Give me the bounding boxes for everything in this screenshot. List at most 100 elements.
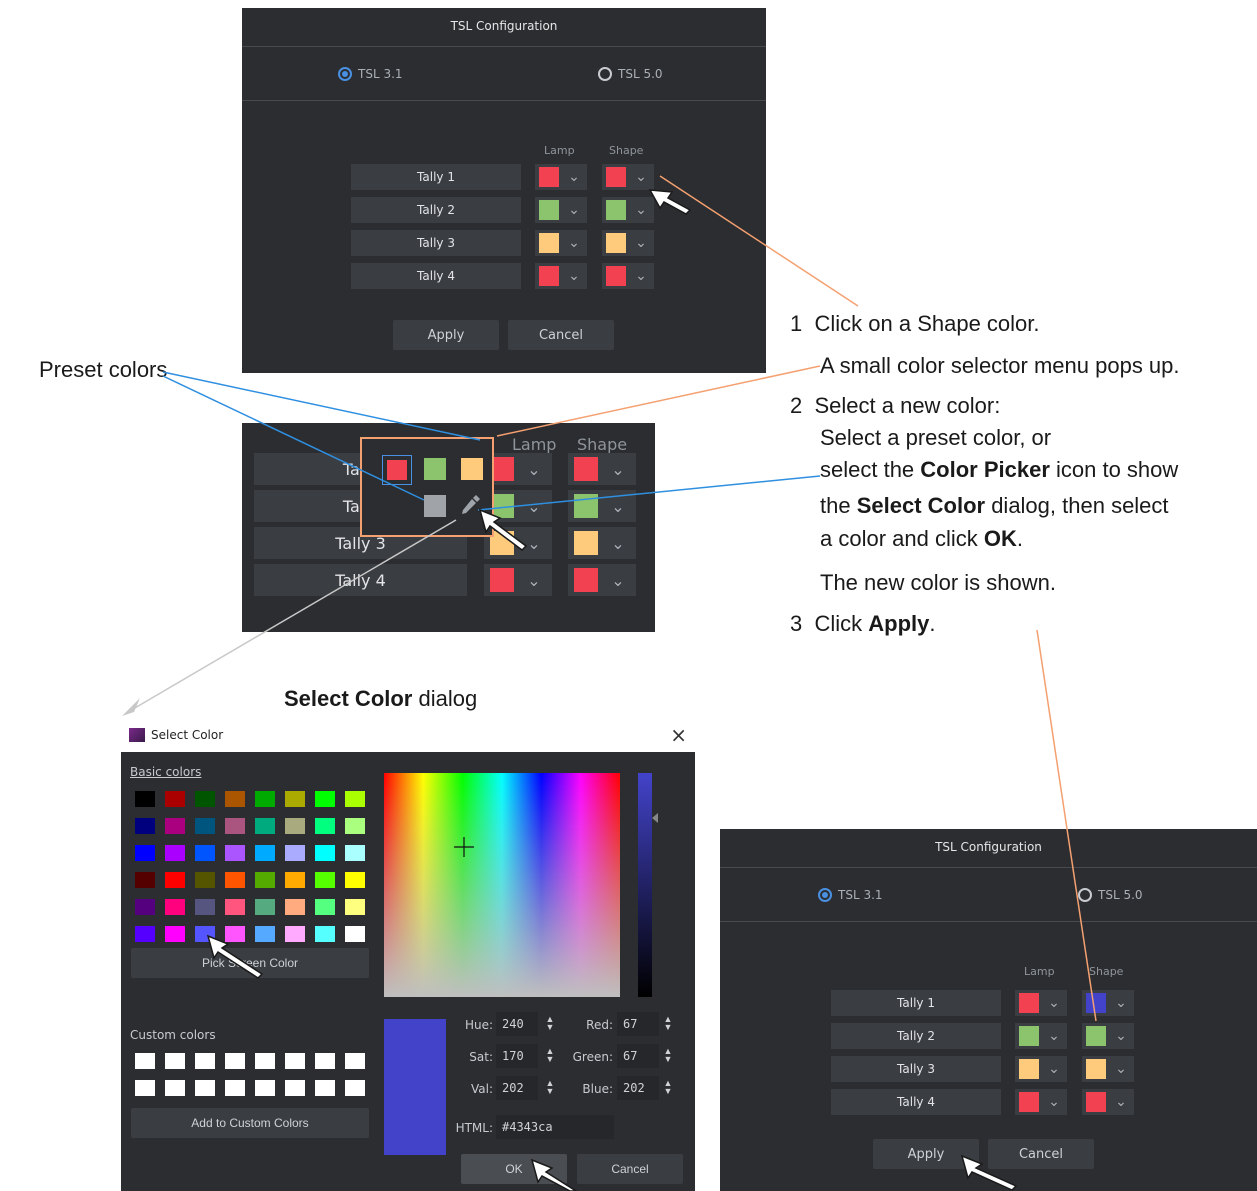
basic-color-swatch[interactable] [195,845,215,861]
basic-color-swatch[interactable] [195,899,215,915]
shape-color-button-4[interactable]: ⌄ [568,564,636,596]
shape-color-button-4[interactable]: ⌄ [602,263,654,289]
cancel-button[interactable]: Cancel [988,1139,1094,1169]
custom-color-slot[interactable] [285,1053,305,1069]
preset-color-green[interactable] [424,458,446,480]
custom-color-slot[interactable] [345,1053,365,1069]
basic-color-swatch[interactable] [135,926,155,942]
custom-color-slot[interactable] [135,1080,155,1096]
basic-color-swatch[interactable] [255,872,275,888]
basic-color-swatch[interactable] [255,926,275,942]
lamp-color-button-2[interactable]: ⌄ [484,490,552,522]
shape-color-button-4[interactable]: ⌄ [1082,1089,1134,1115]
sat-field[interactable]: 170 [496,1044,538,1068]
basic-color-swatch[interactable] [135,845,155,861]
blue-field[interactable]: 202 [617,1076,659,1100]
value-slider[interactable] [638,773,652,997]
hue-spinner-icon[interactable]: ▲ ▼ [545,1015,555,1032]
basic-color-swatch[interactable] [345,926,365,942]
preset-color-yellow[interactable] [461,458,483,480]
basic-color-swatch[interactable] [135,791,155,807]
shape-color-button-1[interactable]: ⌄ [602,164,654,190]
shape-color-button-2[interactable]: ⌄ [568,490,636,522]
shape-color-button-3[interactable]: ⌄ [602,230,654,256]
lamp-color-button-1[interactable]: ⌄ [535,164,587,190]
shape-color-button-3[interactable]: ⌄ [568,527,636,559]
basic-color-swatch[interactable] [135,872,155,888]
radio-tsl-50[interactable]: TSL 5.0 [1078,888,1143,902]
lamp-color-button-2[interactable]: ⌄ [535,197,587,223]
basic-color-swatch[interactable] [255,845,275,861]
custom-color-slot[interactable] [255,1053,275,1069]
basic-color-swatch[interactable] [345,845,365,861]
shape-color-button-2[interactable]: ⌄ [602,197,654,223]
basic-color-swatch[interactable] [225,791,245,807]
lamp-color-button-3[interactable]: ⌄ [535,230,587,256]
custom-color-slot[interactable] [255,1080,275,1096]
basic-color-swatch[interactable] [135,818,155,834]
close-icon[interactable]: × [670,723,687,747]
shape-color-button-1[interactable]: ⌄ [1082,990,1134,1016]
lamp-color-button-4[interactable]: ⌄ [535,263,587,289]
basic-color-swatch[interactable] [195,818,215,834]
basic-color-swatch[interactable] [165,899,185,915]
lamp-color-button-4[interactable]: ⌄ [1015,1089,1067,1115]
radio-tsl-31[interactable]: TSL 3.1 [338,67,403,81]
green-spinner-icon[interactable]: ▲ ▼ [663,1047,673,1064]
preset-color-gray[interactable] [424,495,446,517]
basic-color-swatch[interactable] [315,791,335,807]
custom-color-slot[interactable] [315,1080,335,1096]
basic-color-swatch[interactable] [285,926,305,942]
custom-color-slot[interactable] [135,1053,155,1069]
basic-color-swatch[interactable] [225,818,245,834]
basic-color-swatch[interactable] [165,845,185,861]
eyedropper-icon[interactable] [456,491,484,519]
basic-color-swatch[interactable] [345,791,365,807]
shape-color-button-3[interactable]: ⌄ [1082,1056,1134,1082]
custom-color-slot[interactable] [195,1053,215,1069]
shape-color-button-1[interactable]: ⌄ [568,453,636,485]
lamp-color-button-1[interactable]: ⌄ [1015,990,1067,1016]
basic-color-swatch[interactable] [225,926,245,942]
sat-spinner-icon[interactable]: ▲ ▼ [545,1047,555,1064]
custom-color-slot[interactable] [165,1053,185,1069]
basic-color-swatch[interactable] [285,845,305,861]
custom-color-slot[interactable] [225,1080,245,1096]
lamp-color-button-2[interactable]: ⌄ [1015,1023,1067,1049]
basic-color-swatch[interactable] [285,791,305,807]
basic-color-swatch[interactable] [345,818,365,834]
color-spectrum[interactable] [384,773,620,997]
red-field[interactable]: 67 [617,1012,659,1036]
basic-color-swatch[interactable] [195,791,215,807]
ok-button[interactable]: OK [461,1154,567,1184]
basic-color-swatch[interactable] [135,899,155,915]
basic-color-swatch[interactable] [285,818,305,834]
pick-screen-color-button[interactable]: Pick Screen Color [131,948,369,978]
add-to-custom-colors-button[interactable]: Add to Custom Colors [131,1108,369,1138]
val-field[interactable]: 202 [496,1076,538,1100]
basic-color-swatch[interactable] [255,818,275,834]
basic-color-swatch[interactable] [315,926,335,942]
preset-color-red[interactable] [382,455,412,485]
lamp-color-button-1[interactable]: ⌄ [484,453,552,485]
basic-color-swatch[interactable] [315,845,335,861]
basic-color-swatch[interactable] [165,872,185,888]
hue-field[interactable]: 240 [496,1012,538,1036]
basic-color-swatch[interactable] [285,899,305,915]
basic-color-swatch[interactable] [165,818,185,834]
basic-color-swatch[interactable] [255,899,275,915]
basic-color-swatch[interactable] [345,899,365,915]
red-spinner-icon[interactable]: ▲ ▼ [663,1015,673,1032]
basic-color-swatch[interactable] [225,872,245,888]
apply-button[interactable]: Apply [393,320,499,350]
val-spinner-icon[interactable]: ▲ ▼ [545,1079,555,1096]
basic-color-swatch[interactable] [315,899,335,915]
custom-color-slot[interactable] [315,1053,335,1069]
green-field[interactable]: 67 [617,1044,659,1068]
basic-color-swatch[interactable] [165,791,185,807]
radio-tsl-31[interactable]: TSL 3.1 [818,888,883,902]
basic-color-swatch[interactable] [195,872,215,888]
html-field[interactable]: #4343ca [496,1115,614,1139]
basic-color-swatch[interactable] [285,872,305,888]
basic-color-swatch[interactable] [345,872,365,888]
